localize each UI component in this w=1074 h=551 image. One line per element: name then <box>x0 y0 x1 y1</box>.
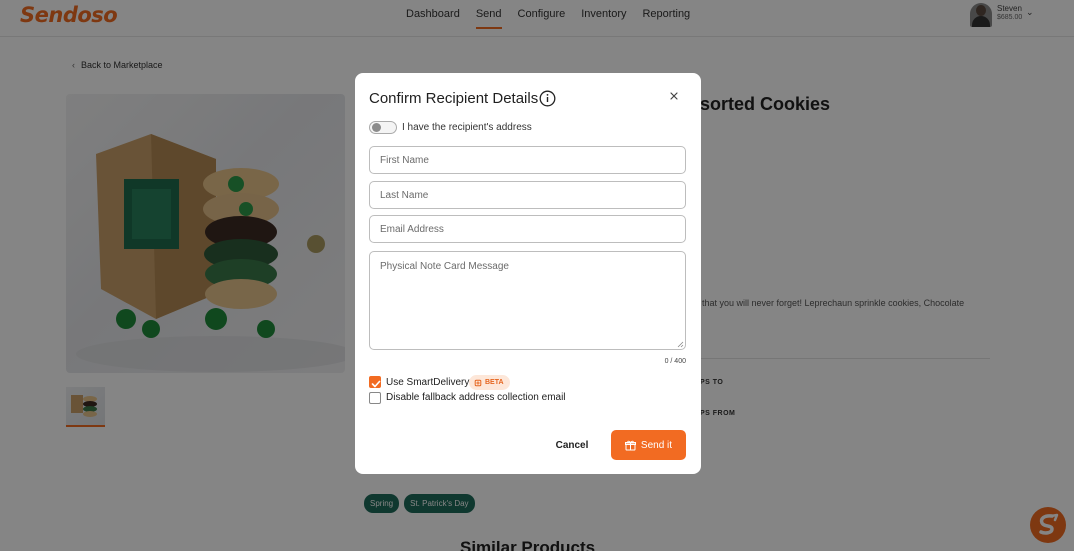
smart-delivery-label: Use SmartDelivery <box>386 377 470 388</box>
toggle-knob <box>372 123 381 132</box>
disable-fallback-label: Disable fallback address collection emai… <box>386 392 566 403</box>
send-it-button[interactable]: Send it <box>611 430 686 460</box>
note-card-message-field[interactable] <box>369 251 686 350</box>
gift-icon <box>624 440 636 450</box>
confirm-recipient-modal: Confirm Recipient Details I have the rec… <box>355 73 701 474</box>
smart-delivery-checkbox[interactable] <box>369 376 381 388</box>
address-toggle[interactable] <box>369 121 397 134</box>
sparkle-icon <box>474 379 482 386</box>
beta-badge: BETA <box>469 375 510 390</box>
first-name-field[interactable] <box>369 146 686 174</box>
address-toggle-label: I have the recipient's address <box>402 122 532 133</box>
beta-badge-label: BETA <box>485 379 504 386</box>
character-counter: 0 / 400 <box>664 358 686 365</box>
send-it-label: Send it <box>640 439 673 451</box>
info-icon[interactable] <box>539 90 556 107</box>
modal-title: Confirm Recipient Details <box>369 90 539 107</box>
email-field[interactable] <box>369 215 686 243</box>
disable-fallback-checkbox[interactable] <box>369 392 381 404</box>
cancel-button[interactable]: Cancel <box>546 431 598 459</box>
checkmark-icon <box>371 380 381 388</box>
close-icon[interactable] <box>668 90 680 102</box>
last-name-field[interactable] <box>369 181 686 209</box>
